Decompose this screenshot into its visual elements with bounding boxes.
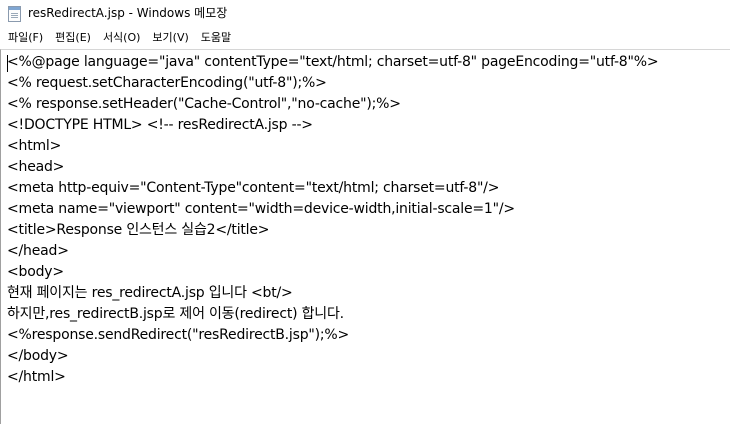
editor-line: <!DOCTYPE HTML> <!-- resRedirectA.jsp --… (7, 117, 313, 133)
editor-line: <meta name="viewport" content="width=dev… (7, 201, 515, 217)
menu-format[interactable]: 서식(O) (97, 28, 146, 47)
editor-line: </body> (7, 348, 69, 364)
menu-file[interactable]: 파일(F) (2, 28, 49, 47)
editor-line: <title>Response 인스턴스 실습2</title> (7, 222, 270, 238)
menu-view[interactable]: 보기(V) (146, 28, 194, 47)
editor-line: <head> (7, 159, 65, 175)
editor-line: <% response.setHeader("Cache-Control","n… (7, 96, 401, 112)
editor-line: <html> (7, 138, 62, 154)
notepad-icon (8, 6, 21, 22)
editor-line: <% request.setCharacterEncoding("utf-8")… (7, 75, 327, 91)
editor-line: </head> (7, 243, 69, 259)
editor-line: 하지만,res_redirectB.jsp로 제어 이동(redirect) 합… (7, 306, 344, 322)
window-title: resRedirectA.jsp - Windows 메모장 (28, 6, 228, 20)
menu-edit[interactable]: 편집(E) (49, 28, 97, 47)
editor-line: <meta http-equiv="Content-Type"content="… (7, 180, 500, 196)
title-bar[interactable]: resRedirectA.jsp - Windows 메모장 (0, 0, 730, 27)
editor-line: <body> (7, 264, 64, 280)
editor-line: <%@page language="java" contentType="tex… (7, 54, 659, 70)
text-editor[interactable]: <%@page language="java" contentType="tex… (0, 49, 730, 424)
editor-line: 현재 페이지는 res_redirectA.jsp 입니다 <bt/> (7, 285, 293, 301)
menu-bar: 파일(F) 편집(E) 서식(O) 보기(V) 도움말 (0, 27, 730, 48)
editor-content: <%@page language="java" contentType="tex… (7, 52, 659, 388)
menu-help[interactable]: 도움말 (195, 28, 237, 47)
editor-line: <%response.sendRedirect("resRedirectB.js… (7, 327, 350, 343)
text-caret (7, 55, 8, 72)
editor-line: </html> (7, 369, 66, 385)
